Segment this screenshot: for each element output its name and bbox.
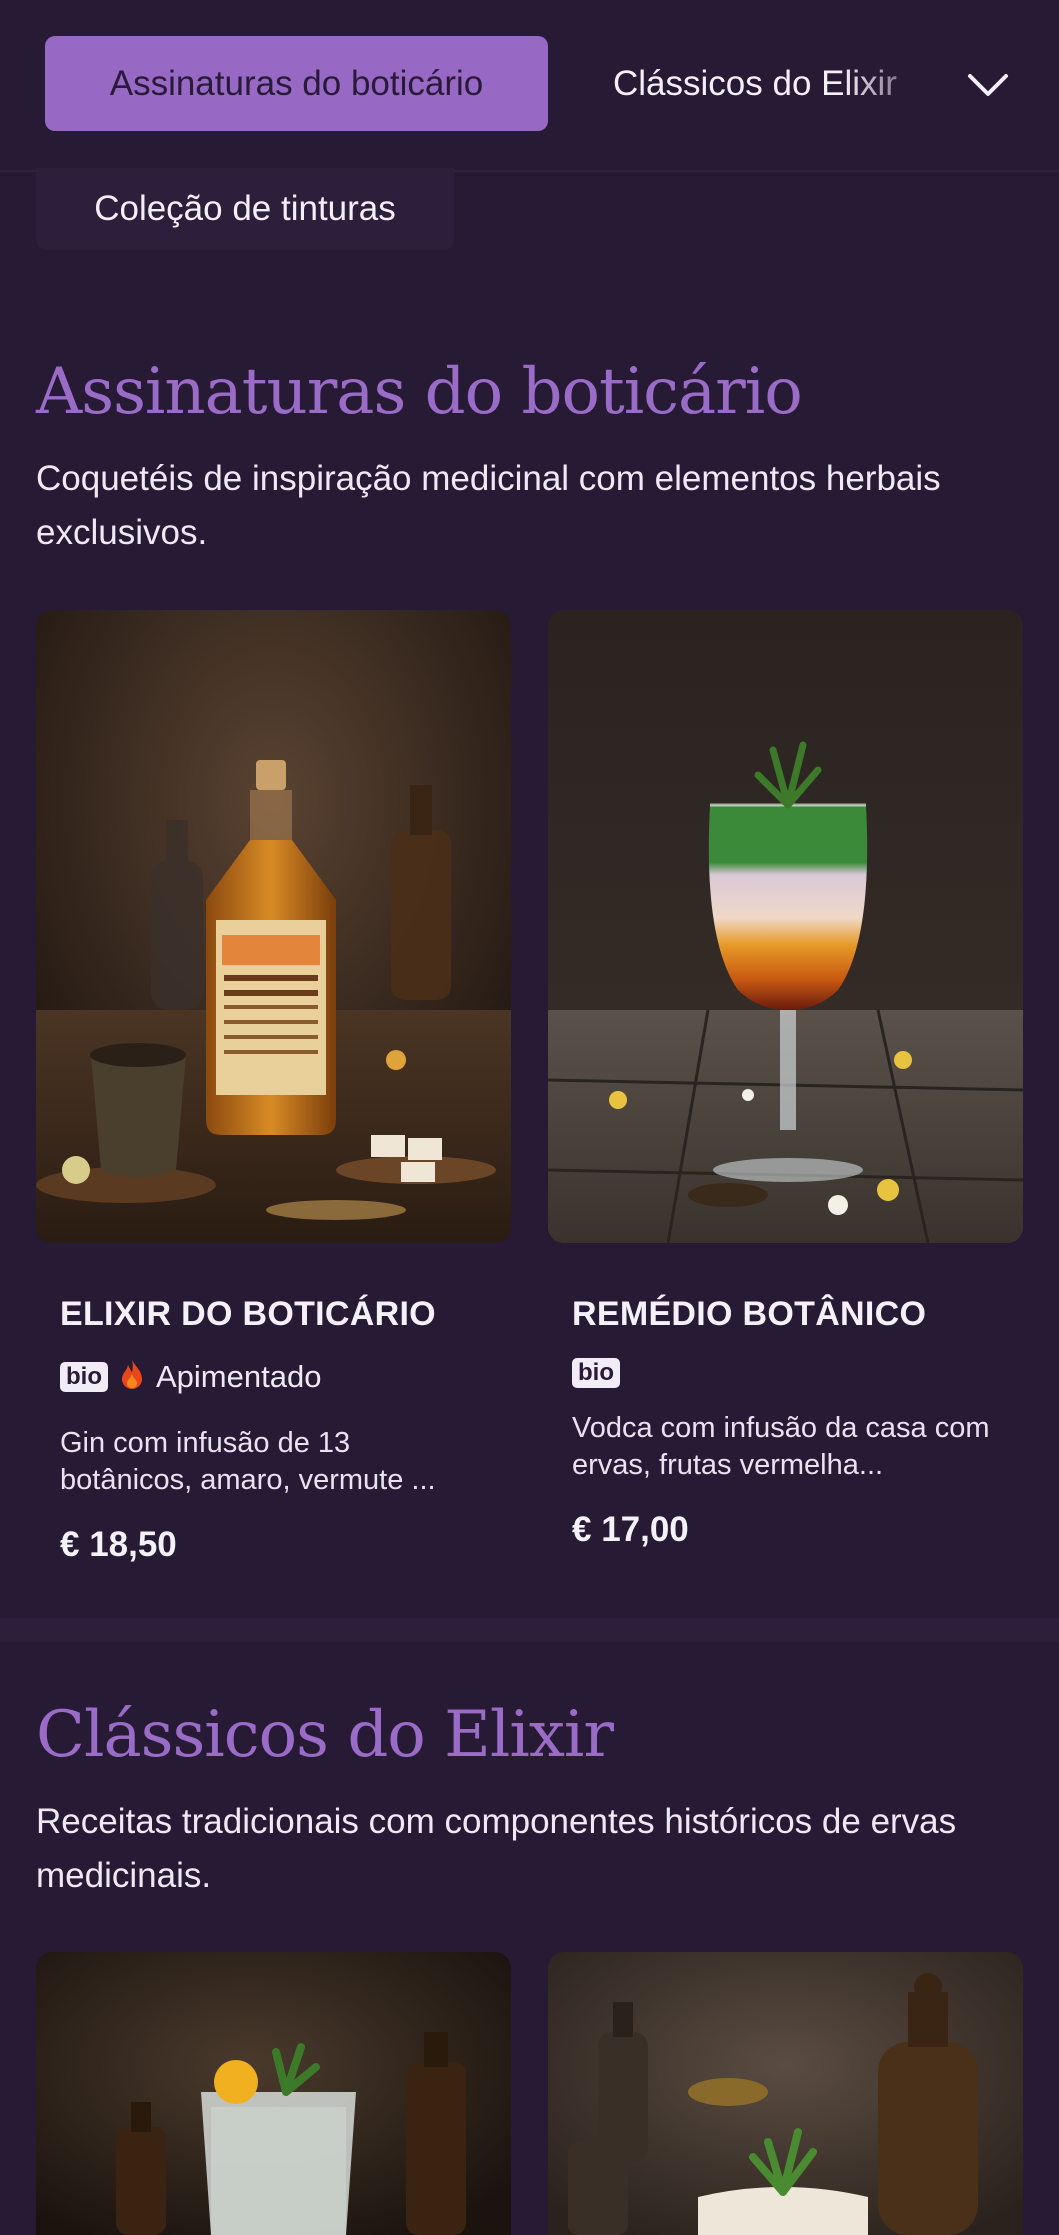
item-price: € 17,00: [572, 1510, 689, 1549]
item-tags: bio: [572, 1358, 620, 1388]
drink-photo: [548, 610, 1023, 1243]
item-name: REMÉDIO BOTÂNICO: [572, 1295, 927, 1333]
tab-classicos-do-elixir[interactable]: Clássicos do Elixir: [613, 36, 943, 131]
item-description: Gin com infusão de 13 botânicos, amaro, …: [60, 1427, 436, 1496]
section-title: Clássicos do Elixir: [36, 1698, 614, 1772]
flame-icon: [120, 1358, 144, 1395]
section-description: Receitas tradicionais com componentes hi…: [36, 1802, 957, 1895]
tab-colecao-de-tinturas[interactable]: Coleção de tinturas: [36, 168, 454, 250]
drink-photo: [36, 610, 511, 1243]
item-tag: Apimentado: [156, 1358, 322, 1394]
section-description: Coquetéis de inspiração medicinal com el…: [36, 459, 941, 552]
item-tags: bio Apimentado: [60, 1358, 321, 1395]
item-price: € 18,50: [60, 1525, 177, 1564]
tab-assinaturas-do-boticario[interactable]: Assinaturas do boticário: [45, 36, 548, 131]
drink-photo: [548, 1952, 1023, 2235]
tab-label: Assinaturas do boticário: [109, 63, 484, 103]
tab-label: Clássicos do Elixir: [613, 63, 897, 103]
category-nav: Assinaturas do boticário Clássicos do El…: [0, 0, 1059, 172]
menu-item-card[interactable]: REMÉDIO BOTÂNICO bio Vodca com infusão d…: [548, 610, 1023, 1549]
item-description: Vodca com infusão da casa com ervas, fru…: [572, 1412, 990, 1481]
chevron-down-icon[interactable]: [963, 60, 1013, 110]
section-title: Assinaturas do boticário: [36, 355, 803, 429]
menu-item-card[interactable]: [36, 1952, 511, 2235]
organic-badge: bio: [60, 1361, 108, 1392]
organic-badge: bio: [572, 1358, 620, 1388]
menu-item-card[interactable]: ELIXIR DO BOTICÁRIO bio Apimentado Gin c…: [36, 610, 511, 1564]
tab-label: Coleção de tinturas: [94, 189, 396, 228]
drink-photo: [36, 1952, 511, 2235]
section-divider: [0, 1618, 1059, 1642]
menu-item-card[interactable]: [548, 1952, 1023, 2235]
item-name: ELIXIR DO BOTICÁRIO: [60, 1295, 436, 1333]
